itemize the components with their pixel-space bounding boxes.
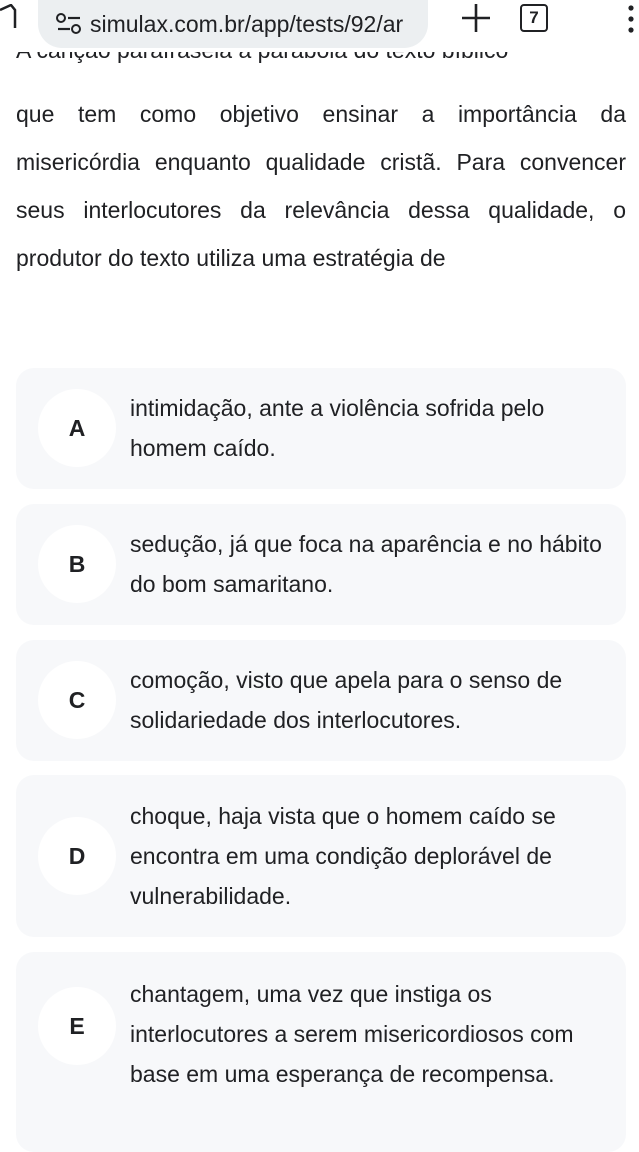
option-c[interactable]: C comoção, visto que apela para o senso … <box>16 640 626 761</box>
option-text: intimidação, ante a violência sofrida pe… <box>130 395 545 461</box>
more-menu-icon[interactable] <box>626 4 636 34</box>
home-icon[interactable] <box>0 4 20 30</box>
option-d[interactable]: D choque, haja vista que o homem caído s… <box>16 775 626 937</box>
option-text: sedução, já que foca na aparência e no h… <box>130 531 602 597</box>
option-text: choque, haja vista que o homem caído se … <box>130 803 556 909</box>
option-a[interactable]: A intimidação, ante a violência sofrida … <box>16 368 626 489</box>
option-letter: A <box>38 389 116 467</box>
new-tab-icon[interactable] <box>458 2 494 38</box>
browser-toolbar: simulax.com.br/app/tests/92/ar 7 <box>0 0 639 52</box>
option-letter: E <box>38 987 116 1065</box>
option-letter: B <box>38 525 116 603</box>
option-e[interactable]: E chantagem, uma vez que instiga os inte… <box>16 952 626 1152</box>
option-letter: D <box>38 817 116 895</box>
option-letter: C <box>38 661 116 739</box>
question-text: que tem como objetivo ensinar a importân… <box>16 101 626 271</box>
url-text: simulax.com.br/app/tests/92/ar <box>90 10 404 37</box>
site-settings-icon[interactable] <box>56 13 82 35</box>
tab-switcher-button[interactable]: 7 <box>520 4 548 32</box>
option-b[interactable]: B sedução, já que foca na aparência e no… <box>16 504 626 625</box>
option-text: chantagem, uma vez que instiga os interl… <box>130 981 574 1087</box>
question-partial-line: A canção parafraseia a parábola do texto… <box>16 49 626 77</box>
address-bar[interactable]: simulax.com.br/app/tests/92/ar <box>38 0 428 48</box>
option-text: comoção, visto que apela para o senso de… <box>130 667 563 733</box>
